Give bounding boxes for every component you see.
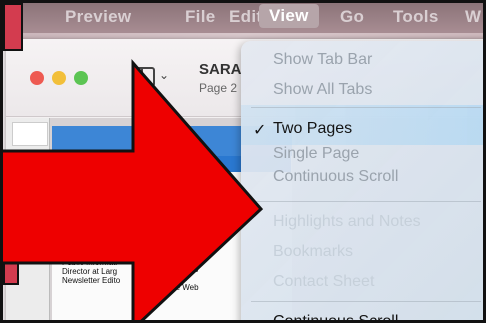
menu-go[interactable]: Go: [340, 7, 364, 27]
screenshot-frame: Preview File Edit View Go Tools W ⌄ SARA…: [0, 0, 486, 323]
left-red-marker-bottom: [3, 261, 19, 285]
menu-window[interactable]: W: [465, 7, 481, 27]
menu-item-continuous-scroll[interactable]: Continuous Scroll: [273, 168, 398, 186]
list-item: Jim Szot: [156, 274, 187, 283]
list-item: Wingo: [166, 256, 189, 265]
menu-item-two-pages[interactable]: Two Pages: [273, 120, 352, 138]
menu-preview[interactable]: Preview: [65, 7, 131, 27]
menu-separator: [251, 201, 481, 202]
menu-file[interactable]: File: [185, 7, 216, 27]
menu-view[interactable]: View: [259, 4, 319, 28]
menu-item-contact-sheet[interactable]: Contact Sheet: [273, 273, 374, 291]
list-item: mai: [170, 238, 183, 247]
menu-separator: [251, 107, 481, 108]
menu-edit[interactable]: Edit: [229, 7, 262, 27]
page-thumbnail[interactable]: [12, 122, 48, 146]
list-item: Director at Larg: [62, 267, 118, 276]
list-item: Public Informati: [62, 258, 118, 267]
view-menu-dropdown: Show Tab Bar Show All Tabs ✓ Two Pages S…: [241, 41, 483, 320]
zoom-button[interactable]: [74, 71, 88, 85]
list-item: Lonnie Web: [156, 283, 199, 292]
list-item: Newsletter Edito: [62, 276, 121, 285]
list-item: Lisa Barnes: [156, 265, 199, 274]
menu-item-single-page[interactable]: Single Page: [273, 145, 359, 163]
left-red-marker-top: [3, 3, 23, 51]
chevron-down-icon[interactable]: ⌄: [159, 68, 169, 82]
menu-item-bookmarks[interactable]: Bookmarks: [273, 243, 353, 261]
close-button[interactable]: [30, 71, 44, 85]
checkmark-icon: ✓: [253, 122, 267, 139]
menu-item-continuous-scroll-2[interactable]: Continuous Scroll: [273, 313, 398, 320]
menu-bar: Preview File Edit View Go Tools W: [3, 3, 483, 33]
document-page-indicator: Page 2: [199, 81, 238, 95]
minimize-button[interactable]: [52, 71, 66, 85]
menu-separator: [251, 301, 481, 302]
menu-item-show-all-tabs[interactable]: Show All Tabs: [273, 81, 372, 99]
names-right-column: mai y Wing Wingo Lisa Barnes Jim Szot Lo…: [156, 238, 199, 292]
thumbnail-sidebar: [6, 118, 50, 320]
menu-item-show-tab-bar[interactable]: Show Tab Bar: [273, 51, 372, 69]
names-left-column: Public Informati Director at Larg Newsle…: [62, 258, 120, 285]
list-item: y Wing: [166, 247, 191, 256]
menu-item-highlights-and-notes[interactable]: Highlights and Notes: [273, 213, 421, 231]
menu-tools[interactable]: Tools: [393, 7, 439, 27]
document-title: SARA: [199, 61, 242, 78]
sidebar-toggle-icon[interactable]: [133, 67, 155, 87]
